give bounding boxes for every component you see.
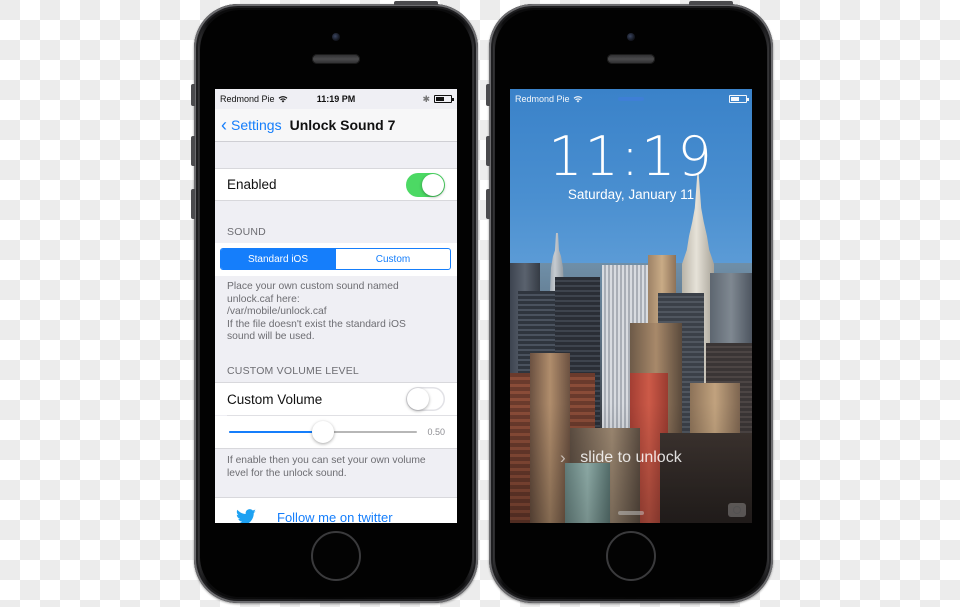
sound-footer-text: Place your own custom sound named unlock… [227, 281, 445, 344]
mute-switch [191, 84, 195, 106]
battery-icon [729, 95, 749, 103]
footer-line: level for the unlock sound. [227, 467, 347, 479]
custom-volume-row: Custom Volume [215, 382, 457, 415]
iphone-left: Redmond Pie 11:19 PM ✱ ‹ Settings Unlock… [191, 1, 478, 603]
custom-volume-label: Custom Volume [227, 391, 323, 407]
slide-to-unlock[interactable]: › slide to unlock [510, 448, 752, 467]
power-button [394, 1, 438, 5]
volume-slider-thumb[interactable] [312, 421, 334, 443]
settings-content: Enabled SOUND Standard iOS Custom Place … [215, 142, 457, 523]
navigation-bar: ‹ Settings Unlock Sound 7 [215, 109, 457, 142]
volume-down-button [191, 189, 195, 219]
carrier-name: Redmond Pie [220, 94, 275, 104]
slide-to-unlock-label: slide to unlock [580, 449, 682, 466]
wallpaper-skyline [510, 173, 752, 523]
twitter-bird-icon [236, 508, 256, 523]
twitter-link[interactable]: Follow me on twitter [277, 510, 393, 523]
volume-down-button [486, 189, 490, 219]
segment-custom[interactable]: Custom [335, 249, 450, 269]
settings-screen: Redmond Pie 11:19 PM ✱ ‹ Settings Unlock… [215, 89, 457, 523]
chevron-right-icon: › [560, 448, 566, 467]
battery-icon [434, 95, 454, 103]
enabled-toggle[interactable] [406, 172, 445, 197]
earpiece-speaker [312, 54, 360, 64]
iphone-right: Redmond Pie 11:19 Saturday, January 11 ›… [486, 1, 773, 603]
status-bar: Redmond Pie 11:19 PM ✱ [215, 89, 457, 109]
footer-line: Place your own custom sound named [227, 281, 399, 292]
home-button[interactable] [311, 531, 361, 581]
front-camera-icon [627, 33, 635, 41]
volume-slider-row: 0.50 [215, 416, 457, 449]
back-button[interactable]: ‹ Settings [221, 116, 282, 134]
volume-value-label: 0.50 [427, 427, 445, 437]
volume-slider-fill [229, 431, 323, 433]
control-center-grabber[interactable] [618, 511, 644, 515]
sound-segmented-control: Standard iOS Custom [220, 248, 451, 270]
lock-screen: Redmond Pie 11:19 Saturday, January 11 ›… [510, 89, 752, 523]
back-label: Settings [231, 117, 282, 133]
camera-icon[interactable] [728, 503, 746, 517]
carrier-name: Redmond Pie [515, 94, 570, 104]
chevron-left-icon: ‹ [221, 115, 227, 135]
front-camera-icon [332, 33, 340, 41]
mute-switch [486, 84, 490, 106]
sound-section-header: SOUND [227, 226, 266, 238]
home-button[interactable] [606, 531, 656, 581]
twitter-row[interactable]: Follow me on twitter [215, 497, 457, 523]
lock-date: Saturday, January 11 [567, 187, 695, 202]
volume-section-header: CUSTOM VOLUME LEVEL [227, 365, 359, 377]
wifi-icon [278, 96, 287, 103]
enabled-row: Enabled [215, 168, 457, 201]
footer-line: /var/mobile/unlock.caf [227, 306, 327, 317]
notification-center-grabber[interactable] [618, 97, 644, 101]
footer-line: sound will be used. [227, 331, 315, 342]
segment-standard-ios[interactable]: Standard iOS [221, 249, 335, 269]
bluetooth-icon: ✱ [422, 93, 430, 104]
enabled-label: Enabled [227, 177, 277, 192]
volume-up-button [191, 136, 195, 166]
footer-line: unlock.caf here: [227, 293, 300, 305]
power-button [689, 1, 733, 5]
volume-up-button [486, 136, 490, 166]
footer-line: If enable then you can set your own volu… [227, 455, 426, 466]
lock-clock: 11:19 [548, 125, 714, 188]
volume-footer-text: If enable then you can set your own volu… [227, 455, 445, 480]
wifi-icon [573, 96, 582, 103]
sound-segment-row: Standard iOS Custom [215, 243, 457, 276]
volume-slider-track[interactable] [229, 421, 417, 443]
custom-volume-toggle[interactable] [406, 387, 445, 411]
footer-line: If the file doesn't exist the standard i… [227, 318, 406, 330]
earpiece-speaker [607, 54, 655, 64]
page-title: Unlock Sound 7 [289, 117, 396, 133]
